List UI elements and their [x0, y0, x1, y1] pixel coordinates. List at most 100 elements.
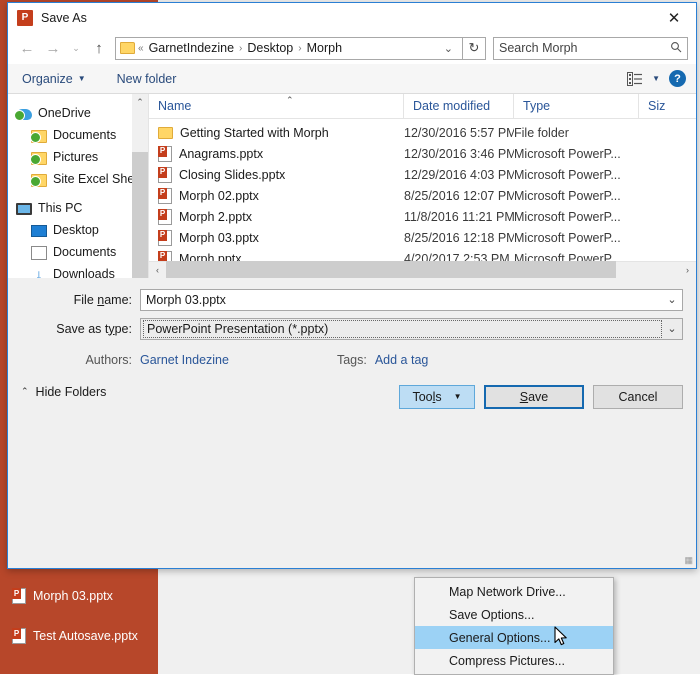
chevron-down-icon[interactable]: ⌄: [662, 322, 682, 335]
sidebar-item-downloads[interactable]: ↓ Downloads: [8, 263, 148, 278]
breadcrumb-overflow[interactable]: «: [135, 43, 147, 54]
hide-folders-button[interactable]: ⌃ Hide Folders: [21, 385, 106, 399]
sidebar-scroll-track[interactable]: [132, 110, 148, 278]
folder-icon: [158, 126, 173, 139]
address-bar[interactable]: « GarnetIndezine › Desktop › Morph ⌄: [115, 36, 463, 60]
scroll-up-icon[interactable]: ⌃: [132, 94, 148, 110]
documents-icon: [31, 245, 47, 260]
menu-item-label: General Options...: [449, 630, 551, 645]
folder-sync-icon: [30, 151, 47, 165]
powerpoint-file-icon: [12, 588, 26, 604]
sidebar-item-desktop[interactable]: Desktop: [8, 219, 148, 241]
sidebar-vertical-scrollbar[interactable]: ⌃ ⌄: [132, 94, 148, 278]
column-header-label: Siz: [648, 99, 666, 113]
tools-button[interactable]: Tools ▼: [399, 384, 475, 409]
file-type-cell: Microsoft PowerP...: [514, 251, 621, 261]
command-toolbar: Organize ▼ New folder ▼ ?: [8, 64, 696, 94]
file-list-horizontal-scrollbar[interactable]: ‹ ›: [149, 260, 696, 278]
save-button[interactable]: Save: [484, 384, 584, 409]
file-type-cell: Microsoft PowerP...: [514, 230, 621, 245]
scroll-left-icon[interactable]: ‹: [149, 265, 166, 275]
file-name-label: Closing Slides.pptx: [179, 167, 286, 182]
file-name-label: File name:: [73, 292, 132, 307]
file-type-cell: Microsoft PowerP...: [514, 146, 621, 161]
recent-file-item[interactable]: Test Autosave.pptx: [12, 628, 138, 644]
table-row[interactable]: Getting Started with Morph 12/30/2016 5:…: [149, 122, 696, 143]
file-name-label: Morph 2.pptx: [179, 209, 252, 224]
powerpoint-file-icon: [158, 187, 172, 204]
table-row[interactable]: Morph.pptx 4/20/2017 2:53 PM Microsoft P…: [149, 248, 696, 261]
refresh-icon[interactable]: ↻: [463, 36, 486, 60]
help-icon[interactable]: ?: [669, 70, 686, 87]
tools-label: Tools: [412, 389, 442, 404]
folder-shared-sync-icon: [30, 173, 47, 187]
menu-item-general-options[interactable]: General Options...: [415, 626, 613, 649]
powerpoint-file-icon: [158, 250, 172, 261]
sidebar-scroll-thumb[interactable]: [132, 152, 148, 278]
save-as-type-select[interactable]: PowerPoint Presentation (*.pptx) ⌄: [140, 317, 683, 340]
file-name-cell: Anagrams.pptx: [149, 145, 404, 162]
file-name-label: Morph 03.pptx: [179, 230, 259, 245]
cancel-button[interactable]: Cancel: [593, 384, 683, 409]
scroll-right-icon[interactable]: ›: [679, 265, 696, 275]
breadcrumb-item-desktop[interactable]: Desktop: [245, 41, 295, 55]
folder-sync-icon: [30, 129, 47, 143]
file-date-cell: 12/30/2016 5:57 PM: [404, 125, 514, 140]
sidebar-item-onedrive[interactable]: OneDrive: [8, 102, 148, 124]
view-layout-icon[interactable]: [627, 71, 643, 86]
column-header-label: Type: [523, 99, 551, 113]
table-row[interactable]: Morph 2.pptx 11/8/2016 11:21 PM Microsof…: [149, 206, 696, 227]
address-chevron-down-icon[interactable]: ⌄: [437, 42, 460, 55]
table-row[interactable]: Anagrams.pptx 12/30/2016 3:46 PM Microso…: [149, 143, 696, 164]
chevron-down-icon[interactable]: ⌄: [662, 293, 682, 306]
menu-item-compress-pictures[interactable]: Compress Pictures...: [415, 649, 613, 672]
new-folder-button[interactable]: New folder: [117, 72, 177, 86]
horizontal-scroll-track[interactable]: [166, 261, 679, 278]
table-row[interactable]: Morph 03.pptx 8/25/2016 12:18 PM Microso…: [149, 227, 696, 248]
sidebar-item-label: Pictures: [53, 150, 99, 164]
file-name-input[interactable]: Morph 03.pptx ⌄: [140, 288, 683, 311]
recent-file-item[interactable]: Morph 03.pptx: [12, 588, 113, 604]
save-label: Save: [519, 389, 549, 404]
menu-item-label: Compress Pictures...: [449, 653, 566, 668]
table-row[interactable]: Morph 02.pptx 8/25/2016 12:07 PM Microso…: [149, 185, 696, 206]
recent-locations-chevron-down-icon[interactable]: ⌄: [66, 36, 86, 60]
column-header-name[interactable]: Name ⌃: [149, 93, 404, 119]
column-header-date-modified[interactable]: Date modified: [404, 93, 514, 119]
this-pc-icon: [16, 202, 32, 215]
file-date-cell: 11/8/2016 11:21 PM: [404, 209, 514, 224]
add-a-tag-link[interactable]: Add a tag: [375, 353, 429, 367]
organize-button[interactable]: Organize ▼: [22, 72, 86, 86]
table-row[interactable]: Closing Slides.pptx 12/29/2016 4:03 PM M…: [149, 164, 696, 185]
column-header-label: Name: [158, 99, 192, 113]
chevron-down-icon: ▼: [77, 74, 86, 83]
sidebar-item-onedrive-pictures[interactable]: Pictures: [8, 146, 148, 168]
navigation-bar: ← → ⌄ ↑ « GarnetIndezine › Desktop › Mor…: [8, 32, 696, 64]
menu-item-label: Map Network Drive...: [449, 584, 566, 599]
file-name-label: Getting Started with Morph: [180, 125, 329, 140]
up-button[interactable]: ↑: [86, 36, 112, 60]
view-chevron-down-icon[interactable]: ▼: [652, 74, 660, 83]
sidebar-item-documents[interactable]: Documents: [8, 241, 148, 263]
column-header-size[interactable]: Siz: [639, 94, 699, 119]
sidebar-item-this-pc[interactable]: This PC: [8, 197, 148, 219]
menu-item-map-network-drive[interactable]: Map Network Drive...: [415, 580, 613, 603]
sidebar-item-site-excel-sheets[interactable]: Site Excel Sheets: [8, 168, 148, 190]
sidebar-item-onedrive-documents[interactable]: Documents: [8, 124, 148, 146]
breadcrumb-item-garnetindezine[interactable]: GarnetIndezine: [147, 41, 236, 55]
column-header-type[interactable]: Type: [514, 93, 639, 119]
close-icon[interactable]: ✕: [652, 3, 696, 32]
horizontal-scroll-thumb[interactable]: [166, 261, 616, 278]
back-button[interactable]: ←: [14, 36, 40, 60]
sort-ascending-icon: ⌃: [286, 94, 294, 105]
breadcrumb-item-morph[interactable]: Morph: [305, 41, 344, 55]
menu-item-save-options[interactable]: Save Options...: [415, 603, 613, 626]
recent-file-label: Test Autosave.pptx: [33, 629, 138, 643]
search-input[interactable]: Search Morph: [493, 36, 688, 60]
forward-button[interactable]: →: [40, 36, 66, 60]
dialog-titlebar[interactable]: P Save As ✕: [8, 3, 696, 32]
resize-grip-icon[interactable]: ▦: [681, 554, 693, 566]
authors-value[interactable]: Garnet Indezine: [140, 353, 229, 367]
file-date-cell: 12/30/2016 3:46 PM: [404, 146, 514, 161]
document-metadata-row: Authors: Garnet Indezine Tags: Add a tag: [21, 347, 683, 373]
